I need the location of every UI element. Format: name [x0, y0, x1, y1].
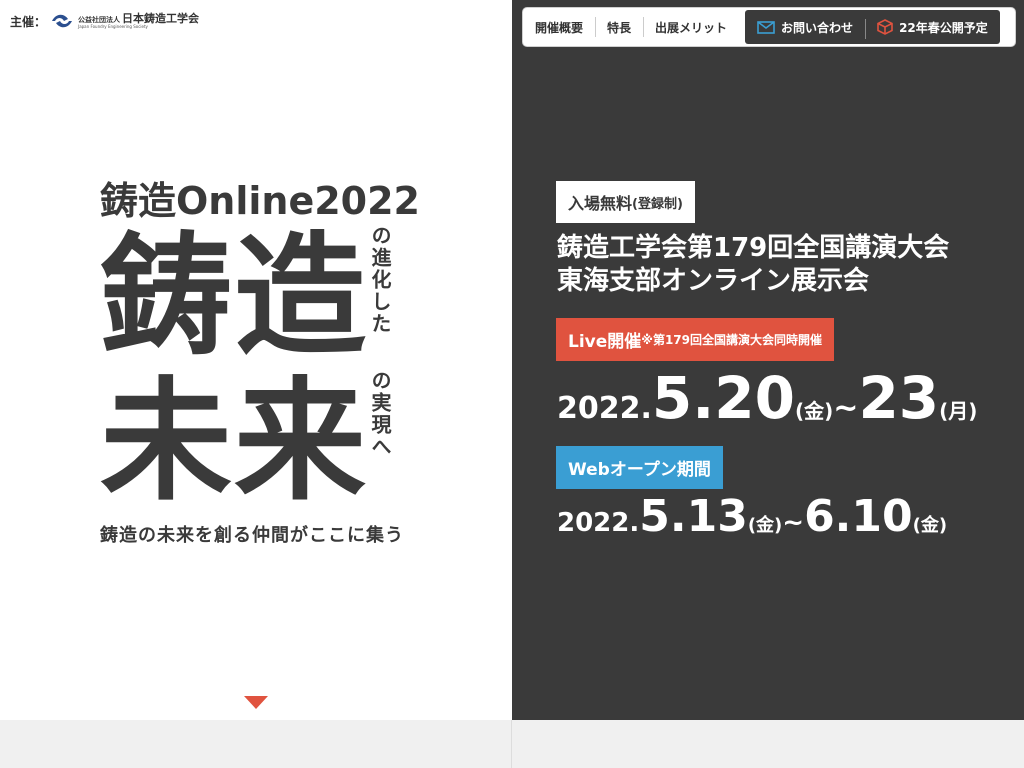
- hero-row-2: 未来 の実現へ: [100, 370, 420, 515]
- nav-spring-label: 22年春公開予定: [899, 20, 988, 35]
- hero-subtitle: 鋳造の未来を創る仲間がここに集う: [100, 525, 404, 546]
- live-start-day: (金): [795, 399, 834, 423]
- hero-top-title: 鋳造Online2022: [100, 179, 420, 223]
- nav-item-benefits[interactable]: 出展メリット: [643, 8, 739, 46]
- nav-contact-button[interactable]: お問い合わせ: [745, 10, 865, 44]
- nav-item-features[interactable]: 特長: [595, 8, 643, 46]
- web-end-date: 6.10: [804, 491, 913, 542]
- sponsor: 主催： 公益社団法人 日本鋳造工学会 Japan Foundry Enginee…: [10, 12, 199, 30]
- live-end-date: 23: [858, 364, 940, 432]
- hero-big-2: 未来: [100, 365, 368, 519]
- top-nav: 開催概要 特長 出展メリット お問い合わせ 22年春公開予定: [523, 8, 1015, 46]
- nav-spring-button[interactable]: 22年春公開予定: [865, 10, 1000, 44]
- scroll-down-icon[interactable]: [244, 696, 268, 709]
- nav-cta-group: お問い合わせ 22年春公開予定: [745, 10, 1000, 44]
- hero-side-1: の進化した: [368, 225, 392, 335]
- free-entry-badge: 入場無料 (登録制): [556, 181, 695, 223]
- event-title: 鋳造工学会第179回全国講演大会 東海支部オンライン展示会: [557, 232, 949, 298]
- event-title-line1: 鋳造工学会第179回全国講演大会: [557, 233, 950, 263]
- nav-item-overview[interactable]: 開催概要: [523, 8, 595, 46]
- cube-icon: [877, 19, 893, 35]
- web-start-date: 5.13: [639, 491, 748, 542]
- web-end-day: (金): [912, 515, 948, 536]
- society-logo-icon: [52, 14, 73, 28]
- web-open-badge: Webオープン期間: [556, 446, 723, 489]
- live-badge: Live開催 ※第179回全国講演大会同時開催: [556, 318, 834, 361]
- sponsor-sub: Japan Foundry Engineering Society: [78, 24, 148, 29]
- nav-contact-label: お問い合わせ: [781, 20, 854, 35]
- live-tilde: ~: [833, 391, 859, 426]
- live-end-day: (月): [939, 399, 978, 423]
- hero-title: 鋳造Online2022 鋳造 の進化した 未来 の実現へ 鋳造の未来を創る仲間…: [100, 170, 420, 547]
- bottom-strip: [0, 720, 1024, 768]
- sponsor-name: 日本鋳造工学会: [122, 12, 200, 25]
- mail-icon: [757, 20, 775, 34]
- hero-side-2: の実現へ: [368, 370, 392, 458]
- free-entry-label: 入場無料: [568, 194, 633, 213]
- live-note: ※第179回全国講演大会同時開催: [641, 333, 822, 347]
- web-year: 2022.: [557, 508, 640, 538]
- hero-big-1: 鋳造: [100, 220, 368, 374]
- free-entry-note: (登録制): [632, 196, 683, 212]
- web-dates: 2022.5.13(金)~6.10(金): [557, 491, 947, 542]
- sponsor-label: 主催：: [10, 14, 47, 29]
- sponsor-corp: 公益社団法人: [78, 16, 121, 24]
- live-start-date: 5.20: [651, 364, 796, 432]
- live-dates: 2022.5.20(金)~23(月): [557, 364, 977, 432]
- event-title-line2: 東海支部オンライン展示会: [557, 266, 870, 296]
- web-tilde: ~: [782, 508, 805, 538]
- bottom-divider: [511, 720, 512, 768]
- live-year: 2022.: [557, 391, 652, 426]
- live-label: Live開催: [568, 332, 642, 352]
- hero-panel: 主催： 公益社団法人 日本鋳造工学会 Japan Foundry Enginee…: [0, 0, 512, 720]
- web-start-day: (金): [747, 515, 783, 536]
- hero-row-1: 鋳造 の進化した: [100, 225, 420, 370]
